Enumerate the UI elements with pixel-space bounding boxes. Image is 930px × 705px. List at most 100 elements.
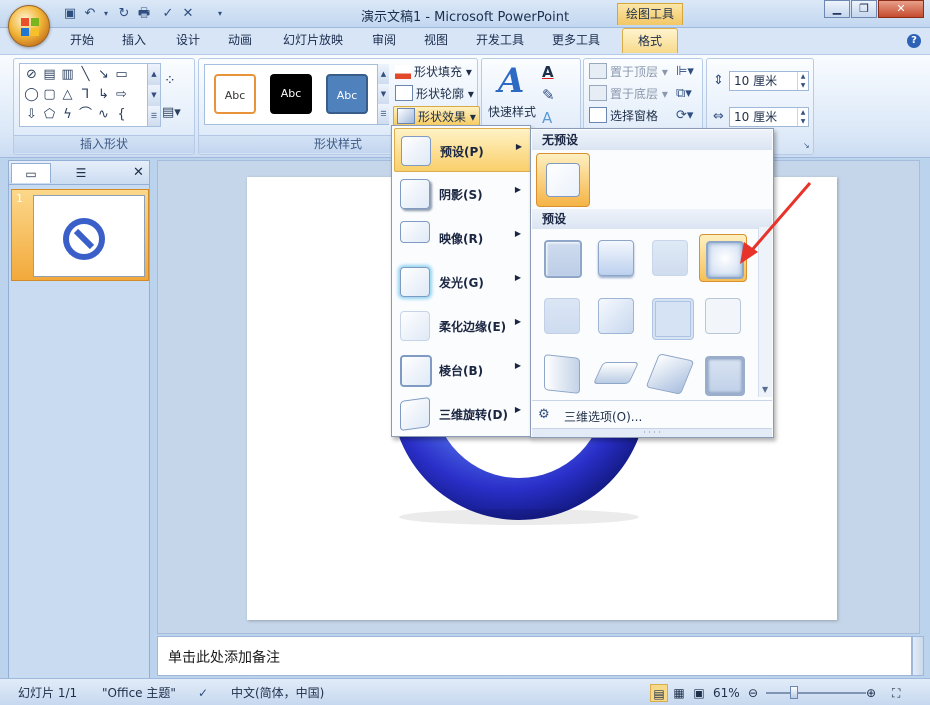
- text-box-icon[interactable]: ▤▾: [162, 105, 181, 120]
- menu-item-bevel[interactable]: 棱台(B) ▶: [394, 348, 529, 390]
- gallery-scroll-up-icon[interactable]: ▲: [147, 64, 160, 85]
- brace-shape-icon[interactable]: {: [113, 106, 130, 123]
- 3d-options-item[interactable]: ⚙ 三维选项(O)...: [532, 400, 772, 430]
- wordart-a-icon[interactable]: A: [498, 61, 524, 101]
- tab-slideshow[interactable]: 幻灯片放映: [276, 28, 350, 53]
- zoom-level[interactable]: 61%: [713, 684, 740, 702]
- preset-11[interactable]: [645, 350, 695, 396]
- menu-item-shadow[interactable]: 阴影(S) ▶: [394, 172, 529, 214]
- tab-developer[interactable]: 开发工具: [470, 28, 530, 53]
- close-button[interactable]: ✕: [878, 0, 924, 18]
- oval-shape-icon[interactable]: ◯: [23, 86, 40, 103]
- zoom-slider-track[interactable]: [766, 692, 866, 694]
- menu-item-3d-rotation[interactable]: 三维旋转(D) ▶: [394, 392, 529, 434]
- style-thumb-blue[interactable]: Abc: [326, 74, 368, 114]
- vertical-text-shape-icon[interactable]: ▥: [59, 66, 76, 83]
- normal-view-icon[interactable]: ▤: [650, 684, 668, 702]
- zoom-slider-thumb[interactable]: [790, 686, 798, 699]
- rotate-icon[interactable]: ⟳▾: [676, 108, 693, 123]
- close-panel-icon[interactable]: ✕: [133, 164, 147, 182]
- slideshow-view-icon[interactable]: ▣: [690, 684, 708, 702]
- style-scroll-up-icon[interactable]: ▲: [377, 64, 389, 84]
- align-icon[interactable]: ⊫▾: [676, 64, 694, 79]
- menu-item-glow[interactable]: 发光(G) ▶: [394, 260, 529, 302]
- shape-outline-button[interactable]: 形状轮廓 ▾: [395, 84, 474, 104]
- shape-effects-button[interactable]: 形状效果 ▾: [393, 106, 480, 126]
- no-symbol-shape-icon[interactable]: ⊘: [23, 66, 40, 83]
- fit-to-window-icon[interactable]: ⛶: [892, 684, 900, 702]
- send-to-back-button[interactable]: 置于底层 ▾: [589, 84, 668, 104]
- tab-format[interactable]: 格式: [622, 28, 678, 53]
- slide-thumbnail[interactable]: [33, 195, 145, 277]
- gallery-scroll-down-icon[interactable]: ▼: [147, 85, 160, 106]
- preset-10[interactable]: [592, 350, 640, 396]
- spell-check-status-icon[interactable]: ✓: [198, 684, 208, 702]
- preset-4[interactable]: [699, 234, 747, 282]
- menu-item-reflection[interactable]: 映像(R) ▶: [394, 216, 529, 258]
- gallery-resize-grip-icon[interactable]: · · · ·: [532, 428, 772, 437]
- preset-none[interactable]: [536, 153, 590, 207]
- lightning-shape-icon[interactable]: ϟ: [59, 106, 76, 123]
- notes-scrollbar[interactable]: [912, 636, 924, 676]
- slide-sorter-icon[interactable]: ▦: [670, 684, 688, 702]
- preset-5[interactable]: [538, 292, 584, 338]
- preset-7[interactable]: [646, 292, 694, 340]
- preset-gallery-scrollbar[interactable]: ▼: [758, 227, 772, 397]
- text-outline-icon[interactable]: ✎: [542, 86, 555, 104]
- minimize-button[interactable]: ▁: [824, 0, 850, 18]
- help-icon[interactable]: ?: [907, 34, 921, 48]
- tab-more-tools[interactable]: 更多工具: [546, 28, 606, 53]
- text-fill-icon[interactable]: A: [542, 63, 554, 81]
- rectangle-shape-icon[interactable]: ▭: [113, 66, 130, 83]
- menu-item-soft-edges[interactable]: 柔化边缘(E) ▶: [394, 304, 529, 346]
- selection-pane-button[interactable]: 选择窗格: [589, 106, 658, 126]
- right-arrow-shape-icon[interactable]: ⇨: [113, 86, 130, 103]
- tab-insert[interactable]: 插入: [112, 28, 156, 53]
- preset-2[interactable]: [592, 234, 638, 280]
- width-spinner[interactable]: 10 厘米 ▲ ▼: [729, 107, 809, 127]
- size-dialog-launcher-icon[interactable]: ↘: [803, 141, 810, 150]
- preset-8[interactable]: [699, 292, 745, 338]
- shapes-gallery[interactable]: ⊘ ▤ ▥ ╲ ↘ ▭ ◯ ▢ △ ⅂ ↳ ⇨ ⇩ ⬠ ϟ ⌒ ∿ { ▲ ▼ …: [19, 63, 161, 127]
- text-effects-icon[interactable]: A: [542, 109, 552, 127]
- elbow-connector-shape-icon[interactable]: ⅂: [77, 86, 94, 103]
- zoom-in-icon[interactable]: ⊕: [866, 684, 876, 702]
- menu-item-preset[interactable]: 预设(P) ▶: [394, 128, 531, 172]
- curve-shape-icon[interactable]: ∿: [95, 106, 112, 123]
- pentagon-shape-icon[interactable]: ⬠: [41, 106, 58, 123]
- group-icon[interactable]: ⧉▾: [676, 86, 692, 101]
- tab-view[interactable]: 视图: [414, 28, 458, 53]
- quick-styles-button[interactable]: 快速样式: [488, 103, 536, 120]
- tab-home[interactable]: 开始: [60, 28, 104, 53]
- zoom-out-icon[interactable]: ⊖: [748, 684, 758, 702]
- gallery-more-icon[interactable]: ☰: [147, 106, 160, 126]
- style-more-icon[interactable]: ☰: [377, 104, 389, 124]
- outline-tab-icon[interactable]: ☰: [55, 163, 107, 183]
- shape-fill-button[interactable]: 形状填充 ▾: [395, 62, 472, 82]
- arrow-line-shape-icon[interactable]: ↘: [95, 66, 112, 83]
- rounded-rect-shape-icon[interactable]: ▢: [41, 86, 58, 103]
- scroll-down-icon[interactable]: ▼: [762, 385, 768, 394]
- style-scroll-down-icon[interactable]: ▼: [377, 84, 389, 104]
- tab-design[interactable]: 设计: [166, 28, 210, 53]
- notes-pane[interactable]: 单击此处添加备注: [157, 636, 912, 676]
- preset-3[interactable]: [646, 234, 692, 280]
- style-thumb-black[interactable]: Abc: [270, 74, 312, 114]
- edit-shape-icon[interactable]: ⁘: [164, 73, 176, 89]
- preset-12[interactable]: [699, 350, 745, 396]
- tab-review[interactable]: 审阅: [362, 28, 406, 53]
- text-box-shape-icon[interactable]: ▤: [41, 66, 58, 83]
- bring-to-front-button[interactable]: 置于顶层 ▾: [589, 62, 668, 82]
- slides-tab-icon[interactable]: ▭: [11, 163, 51, 183]
- restore-button[interactable]: ❐: [851, 0, 877, 18]
- preset-1[interactable]: [538, 234, 584, 280]
- down-arrow-shape-icon[interactable]: ⇩: [23, 106, 40, 123]
- tab-animations[interactable]: 动画: [218, 28, 262, 53]
- triangle-shape-icon[interactable]: △: [59, 86, 76, 103]
- preset-9[interactable]: [538, 350, 584, 396]
- style-thumb-orange-outline[interactable]: Abc: [214, 74, 256, 114]
- preset-6[interactable]: [592, 292, 638, 338]
- height-spin-arrows-icon[interactable]: ▲ ▼: [797, 72, 808, 90]
- width-spin-arrows-icon[interactable]: ▲ ▼: [797, 108, 808, 126]
- elbow-arrow-shape-icon[interactable]: ↳: [95, 86, 112, 103]
